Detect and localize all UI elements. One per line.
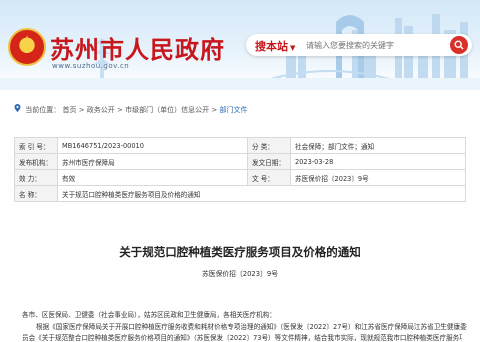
breadcrumb-separator: >	[117, 106, 126, 114]
publisher-label: 发布机构：	[14, 153, 58, 170]
table-row: 名 称： 关于规范口腔种植类医疗服务项目及价格的通知	[14, 185, 466, 202]
search-scope-select[interactable]: 搜本站 ▼	[255, 38, 295, 54]
index-number-label: 索 引 号：	[14, 137, 58, 154]
document-info-table: 索 引 号： MB1646751/2023-00010 分 类： 社会保障；部门…	[14, 137, 466, 202]
search-bar: 搜本站 ▼	[246, 34, 472, 56]
breadcrumb-department-info[interactable]: 市级部门（单位）信息公开	[125, 106, 209, 114]
validity-value: 有效	[57, 169, 248, 186]
breadcrumb-separator: >	[78, 106, 87, 114]
name-label: 名 称：	[14, 185, 58, 202]
breadcrumb-gov-disclosure[interactable]: 政务公开	[87, 106, 115, 114]
table-row: 发布机构： 苏州市医疗保障局 发文日期： 2023-03-28	[14, 153, 466, 170]
search-button[interactable]	[450, 36, 468, 54]
publisher-value: 苏州市医疗保障局	[57, 153, 248, 170]
breadcrumb: 当前位置： 首页 > 政务公开 > 市级部门（单位）信息公开 > 部门文件	[14, 104, 247, 115]
article-title: 关于规范口腔种植类医疗服务项目及价格的通知	[119, 245, 361, 259]
validity-label: 效 力：	[14, 169, 58, 186]
article-paragraph: 各市、区医保局、卫健委（社会事业局），姑苏区民政和卫生健康局，各相关医疗机构：	[22, 311, 276, 319]
name-value: 关于规范口腔种植类医疗服务项目及价格的通知	[57, 185, 466, 202]
category-label: 分 类：	[247, 137, 291, 154]
site-header: ★ 苏州市人民政府 www.suzhou.gov.cn 搜本站 ▼	[0, 0, 480, 90]
table-row: 效 力： 有效 文 号： 苏医保价招〔2023〕9号	[14, 169, 466, 186]
article-paragraph: 根据《国家医疗保障局关于开展口腔种植医疗服务收费和耗材价格专项治理的通知》（医保…	[36, 323, 467, 331]
category-value: 社会保障；部门文件；通知	[290, 137, 466, 154]
search-input[interactable]	[306, 37, 444, 53]
index-number-value: MB1646751/2023-00010	[57, 137, 248, 154]
doc-number-value: 苏医保价招〔2023〕9号	[290, 169, 466, 186]
site-url: www.suzhou.gov.cn	[52, 62, 130, 70]
site-title[interactable]: 苏州市人民政府	[50, 30, 225, 65]
search-icon	[454, 40, 464, 50]
doc-number-label: 文 号：	[247, 169, 291, 186]
article-doc-number: 苏医保价招〔2023〕9号	[202, 270, 278, 278]
issue-date-label: 发文日期：	[247, 153, 291, 170]
breadcrumb-department-docs[interactable]: 部门文件	[219, 106, 247, 114]
search-scope-label: 搜本站	[255, 40, 288, 53]
location-pin-icon	[14, 104, 23, 114]
breadcrumb-prefix: 当前位置：	[25, 106, 61, 114]
table-row: 索 引 号： MB1646751/2023-00010 分 类： 社会保障；部门…	[14, 137, 466, 154]
national-emblem-icon: ★	[8, 28, 46, 66]
issue-date-value: 2023-03-28	[290, 153, 466, 170]
breadcrumb-home[interactable]: 首页	[62, 106, 76, 114]
chevron-down-icon: ▼	[290, 44, 296, 52]
